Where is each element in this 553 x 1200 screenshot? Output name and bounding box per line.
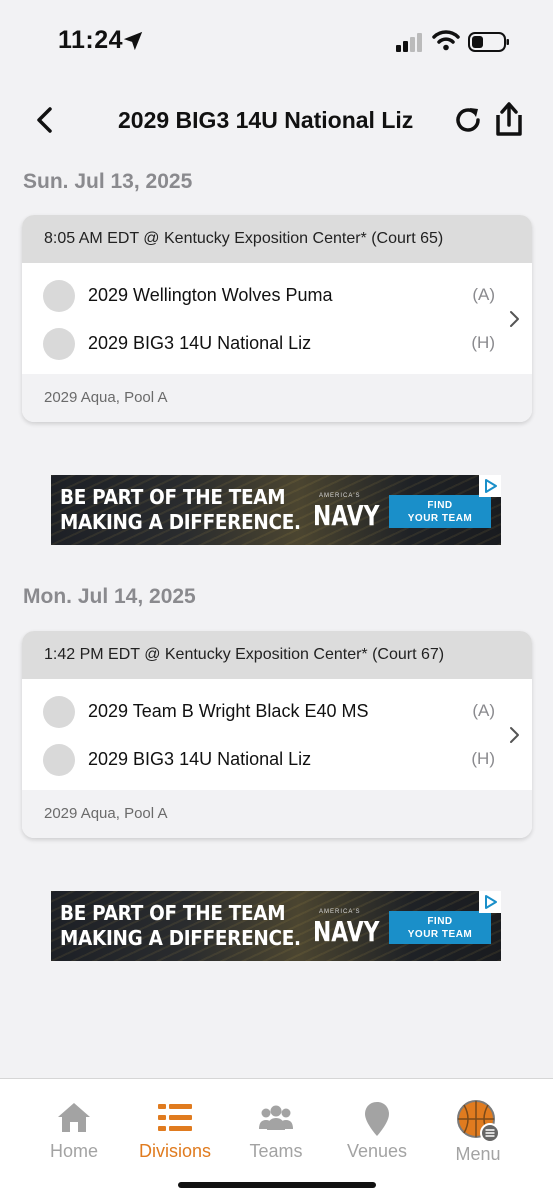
tab-label: Venues <box>346 1141 408 1161</box>
status-time: 11:24 <box>58 26 124 54</box>
ad-brand-logo: NAVY <box>313 915 380 948</box>
game-teams: 2029 Team B Wright Black E40 MS (A) 2029… <box>22 679 532 790</box>
game-teams: 2029 Wellington Wolves Puma (A) 2029 BIG… <box>22 263 532 374</box>
tab-label: Divisions <box>138 1141 212 1161</box>
team-name: 2029 BIG3 14U National Liz <box>88 749 312 769</box>
team-name: 2029 Wellington Wolves Puma <box>88 285 333 305</box>
divisions-icon <box>158 1104 192 1131</box>
page-title: 2029 BIG3 14U National Liz <box>118 107 414 133</box>
share-icon[interactable] <box>492 101 526 137</box>
home-indicator[interactable] <box>178 1182 376 1188</box>
team-side-label: (H) <box>471 333 495 352</box>
tab-label: Home <box>49 1141 98 1161</box>
team-side-label: (A) <box>472 701 495 720</box>
tab-menu[interactable]: Menu <box>423 1079 533 1179</box>
team-row-home: 2029 BIG3 14U National Liz (H) <box>22 319 502 367</box>
adchoices-icon[interactable] <box>479 891 501 913</box>
chevron-right-icon <box>510 727 519 743</box>
team-avatar <box>43 696 75 728</box>
date-heading: Mon. Jul 14, 2025 <box>23 585 196 608</box>
game-pool: 2029 Aqua, Pool A <box>22 790 532 838</box>
team-avatar <box>43 280 75 312</box>
back-chevron-icon[interactable] <box>30 105 60 135</box>
tab-label: Menu <box>455 1144 501 1164</box>
team-avatar <box>43 744 75 776</box>
tab-home[interactable]: Home <box>19 1079 129 1179</box>
game-info: 1:42 PM EDT @ Kentucky Exposition Center… <box>22 631 532 679</box>
venues-icon <box>365 1102 389 1136</box>
team-row-away: 2029 Team B Wright Black E40 MS (A) <box>22 687 502 735</box>
team-avatar <box>43 328 75 360</box>
team-side-label: (A) <box>472 285 495 304</box>
ad-headline: BE PART OF THE TEAM MAKING A DIFFERENCE. <box>60 485 301 534</box>
team-side-label: (H) <box>471 749 495 768</box>
ad-cta-button[interactable]: FIND YOUR TEAM <box>389 911 491 944</box>
adchoices-icon[interactable] <box>479 475 501 497</box>
tab-venues[interactable]: Venues <box>322 1079 432 1179</box>
battery-icon <box>468 32 509 52</box>
menu-basketball-icon <box>457 1100 500 1143</box>
ad-banner[interactable]: BE PART OF THE TEAM MAKING A DIFFERENCE.… <box>51 475 501 545</box>
team-row-home: 2029 BIG3 14U National Liz (H) <box>22 735 502 783</box>
cellular-signal-icon <box>396 33 422 52</box>
game-card[interactable]: 1:42 PM EDT @ Kentucky Exposition Center… <box>22 631 532 838</box>
tab-divisions[interactable]: Divisions <box>120 1079 230 1179</box>
ad-banner[interactable]: BE PART OF THE TEAM MAKING A DIFFERENCE.… <box>51 891 501 961</box>
teams-icon <box>259 1105 293 1130</box>
team-name: 2029 BIG3 14U National Liz <box>88 333 312 353</box>
tab-teams[interactable]: Teams <box>221 1079 331 1179</box>
game-info: 8:05 AM EDT @ Kentucky Exposition Center… <box>22 215 532 263</box>
location-arrow-icon <box>123 31 143 51</box>
date-heading: Sun. Jul 13, 2025 <box>23 170 193 193</box>
team-name: 2029 Team B Wright Black E40 MS <box>88 701 369 721</box>
wifi-icon <box>432 30 460 51</box>
game-card[interactable]: 8:05 AM EDT @ Kentucky Exposition Center… <box>22 215 532 422</box>
ad-headline: BE PART OF THE TEAM MAKING A DIFFERENCE. <box>60 901 301 950</box>
team-row-away: 2029 Wellington Wolves Puma (A) <box>22 271 502 319</box>
chevron-right-icon <box>510 311 519 327</box>
tab-label: Teams <box>249 1141 303 1161</box>
ad-brand-logo: NAVY <box>313 499 380 532</box>
refresh-icon[interactable] <box>452 104 484 136</box>
ad-cta-button[interactable]: FIND YOUR TEAM <box>389 495 491 528</box>
nav-header: 2029 BIG3 14U National Liz <box>0 95 553 147</box>
home-icon <box>58 1103 90 1132</box>
status-bar: 11:24 <box>0 0 553 80</box>
game-pool: 2029 Aqua, Pool A <box>22 374 532 422</box>
